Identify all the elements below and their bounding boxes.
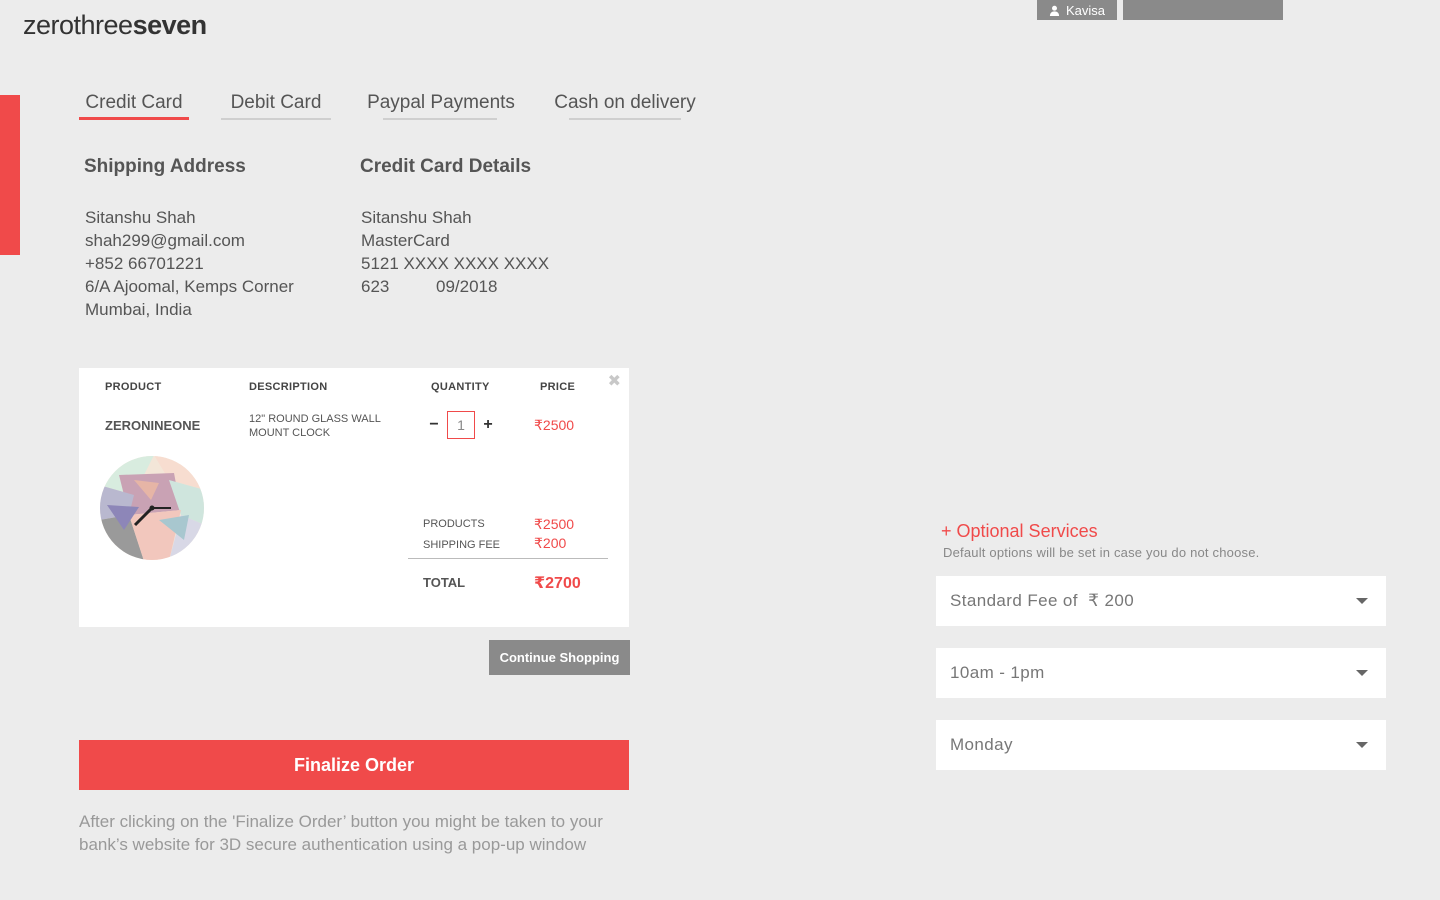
side-accent-bar [0, 95, 20, 255]
delivery-day-select[interactable]: Monday [936, 720, 1386, 770]
tab-cash-on-delivery[interactable]: Cash on delivery [551, 88, 699, 120]
rupee-icon: ₹ [534, 575, 546, 592]
column-header-product: PRODUCT [105, 381, 162, 393]
select-value: 10am - 1pm [950, 663, 1045, 682]
select-value: Monday [950, 735, 1013, 754]
product-name: ZERONINEONE [105, 418, 201, 433]
products-value: ₹2500 [534, 516, 575, 532]
user-menu-button[interactable]: Kavisa [1037, 0, 1117, 20]
card-details-title: Credit Card Details [360, 156, 532, 177]
total-value: ₹2700 [534, 575, 581, 592]
tab-underline [79, 117, 189, 120]
product-description: 12" ROUND GLASS WALL MOUNT CLOCK [249, 413, 381, 439]
tab-label: Credit Card [85, 92, 183, 113]
card-number: 5121 XXXX XXXX XXXX [361, 254, 550, 273]
shipping-address-title: Shipping Address [84, 156, 246, 177]
tab-credit-card[interactable]: Credit Card [79, 88, 189, 120]
shipping-city: Mumbai, India [85, 300, 192, 319]
card-holder-name: Sitanshu Shah [361, 208, 472, 227]
product-image[interactable] [99, 455, 205, 561]
chevron-down-icon [1356, 742, 1368, 748]
card-cvv-expiry: 623 09/2018 [361, 275, 549, 298]
shipping-street: 6/A Ajoomal, Kemps Corner [85, 277, 294, 296]
shipping-name: Sitanshu Shah [85, 208, 196, 227]
summary-divider [408, 558, 608, 559]
products-label: PRODUCTS [423, 518, 485, 530]
tab-debit-card[interactable]: Debit Card [221, 88, 331, 120]
optional-services-toggle[interactable]: + Optional Services [941, 521, 1098, 542]
tab-underline [383, 118, 497, 120]
tab-paypal[interactable]: Paypal Payments [363, 88, 519, 120]
chevron-down-icon [1356, 670, 1368, 676]
chevron-down-icon [1356, 598, 1368, 604]
total-label: TOTAL [423, 575, 466, 590]
shipping-phone: +852 66701221 [85, 254, 204, 273]
select-value: Standard Fee of ₹ 200 [950, 591, 1135, 610]
finalize-note: After clicking on the 'Finalize Order’ b… [79, 812, 603, 854]
rupee-icon: ₹ [534, 516, 543, 532]
user-icon [1049, 5, 1060, 16]
shipping-address-block: Sitanshu Shah shah299@gmail.com +852 667… [85, 206, 294, 321]
rupee-icon: ₹ [534, 535, 543, 551]
minus-icon[interactable]: − [427, 417, 441, 433]
tab-label: Debit Card [230, 92, 322, 113]
tab-label: Cash on delivery [554, 92, 696, 113]
card-cvv: 623 [361, 277, 390, 296]
card-expiry: 09/2018 [436, 277, 498, 296]
close-icon[interactable]: ✖ [608, 374, 621, 390]
brand-logo[interactable]: zerothreeseven [23, 8, 207, 42]
column-header-price: PRICE [540, 381, 576, 393]
shipping-fee-label: SHIPPING FEE [423, 539, 501, 551]
card-brand: MasterCard [361, 231, 450, 250]
continue-shopping-button[interactable]: Continue Shopping [489, 640, 630, 675]
column-header-quantity: QUANTITY [431, 381, 490, 393]
rupee-icon: ₹ [534, 417, 543, 433]
header-search-bar[interactable] [1123, 0, 1283, 20]
item-price: ₹2500 [534, 417, 575, 433]
quantity-input[interactable]: 1 [447, 411, 475, 439]
shipping-fee-value: ₹200 [534, 535, 567, 551]
quantity-stepper: − 1 + [427, 411, 495, 439]
shipping-fee-select[interactable]: Standard Fee of ₹ 200 [936, 576, 1386, 626]
cart-card: PRODUCT DESCRIPTION QUANTITY PRICE ✖ ZER… [79, 368, 629, 627]
column-header-description: DESCRIPTION [249, 381, 328, 393]
tab-underline [221, 118, 331, 120]
finalize-order-button[interactable]: Finalize Order [79, 740, 629, 790]
user-name: Kavisa [1065, 2, 1106, 18]
plus-icon[interactable]: + [481, 417, 495, 433]
optional-services-subtitle: Default options will be set in case you … [943, 545, 1260, 560]
tab-label: Paypal Payments [367, 92, 515, 113]
tab-underline [569, 118, 681, 120]
card-details-block: Sitanshu Shah MasterCard 5121 XXXX XXXX … [361, 206, 549, 298]
delivery-time-select[interactable]: 10am - 1pm [936, 648, 1386, 698]
shipping-email: shah299@gmail.com [85, 231, 245, 250]
